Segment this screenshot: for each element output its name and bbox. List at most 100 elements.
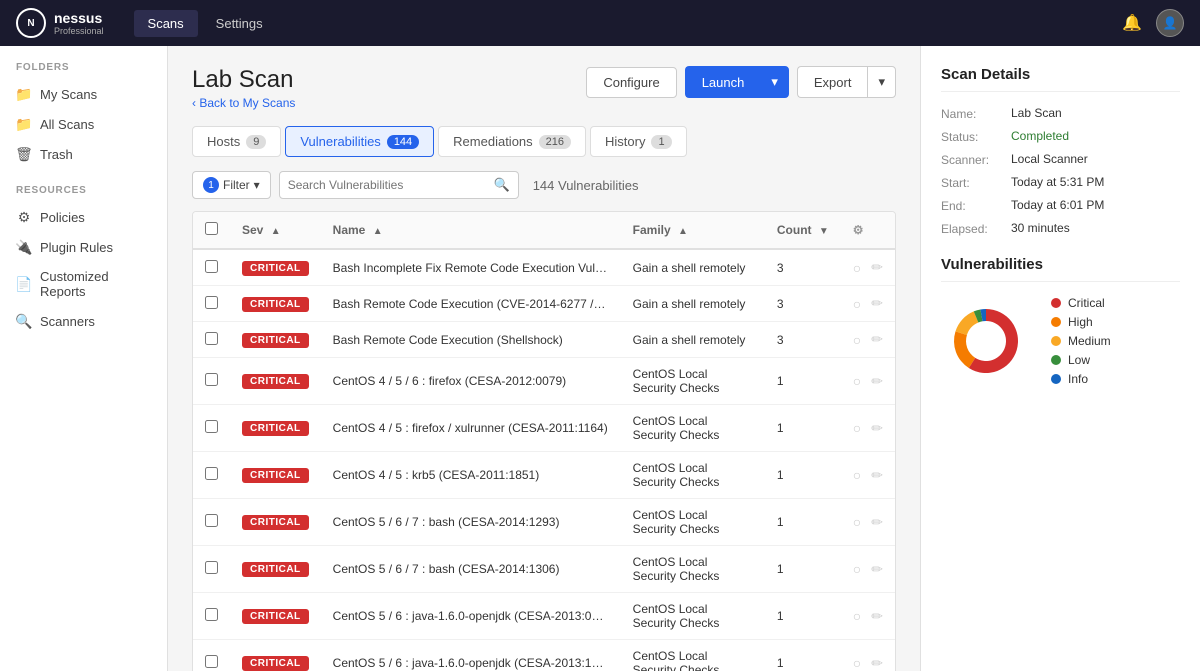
detail-scanner-label: Scanner: — [941, 152, 1011, 167]
row-checkbox[interactable] — [205, 420, 218, 433]
tab-vulnerabilities[interactable]: Vulnerabilities 144 — [285, 126, 434, 157]
filter-label: Filter — [223, 178, 250, 192]
sidebar-item-customized-reports[interactable]: 📄 Customized Reports — [0, 262, 167, 306]
export-button[interactable]: Export — [797, 66, 868, 98]
logo-area: N nessus Professional — [16, 8, 104, 38]
row-severity: CRITICAL — [230, 286, 321, 322]
select-all-checkbox[interactable] — [205, 222, 218, 235]
row-checkbox[interactable] — [205, 296, 218, 309]
row-edit-icon[interactable]: ✏ — [871, 608, 883, 625]
export-dropdown-button[interactable]: ▾ — [867, 66, 896, 98]
sidebar-item-trash[interactable]: 🗑 Trash — [0, 139, 167, 169]
row-check-icon[interactable]: ○ — [853, 373, 861, 389]
row-checkbox[interactable] — [205, 655, 218, 668]
row-edit-icon[interactable]: ✏ — [871, 655, 883, 671]
main-content: Lab Scan ‹ Back to My Scans Configure La… — [168, 46, 920, 671]
scan-details-title: Scan Details — [941, 66, 1180, 92]
launch-button[interactable]: Launch — [685, 66, 761, 98]
legend-dot-low — [1051, 355, 1061, 365]
detail-elapsed-value: 30 minutes — [1011, 221, 1070, 235]
nav-icons: 🔔 👤 — [1122, 9, 1184, 37]
row-checkbox[interactable] — [205, 514, 218, 527]
donut-segment-medium — [955, 311, 978, 335]
row-check-icon[interactable]: ○ — [853, 332, 861, 348]
table-row: CRITICAL CentOS 5 / 6 / 7 : bash (CESA-2… — [193, 546, 895, 593]
filter-row: 1 Filter ▾ 🔍 144 Vulnerabilities — [192, 171, 896, 199]
row-family: CentOS Local Security Checks — [621, 546, 765, 593]
row-edit-icon[interactable]: ✏ — [871, 514, 883, 531]
row-check-icon[interactable]: ○ — [853, 260, 861, 276]
row-count: 3 — [765, 322, 841, 358]
row-check-icon[interactable]: ○ — [853, 655, 861, 671]
detail-elapsed: Elapsed: 30 minutes — [941, 221, 1180, 236]
th-name[interactable]: Name ▲ — [321, 212, 621, 249]
th-family[interactable]: Family ▲ — [621, 212, 765, 249]
row-actions: ○ ✏ — [853, 331, 883, 348]
folder-icon: 📁 — [16, 116, 32, 132]
detail-status-label: Status: — [941, 129, 1011, 144]
row-name: CentOS 5 / 6 : java-1.6.0-openjdk (CESA-… — [321, 640, 621, 671]
sidebar-item-label: Customized Reports — [40, 269, 151, 299]
row-check-icon[interactable]: ○ — [853, 514, 861, 530]
sidebar-item-policies[interactable]: ⚙ Policies — [0, 202, 167, 232]
row-edit-icon[interactable]: ✏ — [871, 467, 883, 484]
row-checkbox[interactable] — [205, 260, 218, 273]
table-row: CRITICAL Bash Incomplete Fix Remote Code… — [193, 249, 895, 286]
row-edit-icon[interactable]: ✏ — [871, 420, 883, 437]
detail-name: Name: Lab Scan — [941, 106, 1180, 121]
row-severity: CRITICAL — [230, 405, 321, 452]
detail-start: Start: Today at 5:31 PM — [941, 175, 1180, 190]
sidebar-item-scanners[interactable]: 🔍 Scanners — [0, 306, 167, 336]
tab-remediations[interactable]: Remediations 216 — [438, 126, 586, 157]
row-check-icon[interactable]: ○ — [853, 296, 861, 312]
row-checkbox-cell — [193, 640, 230, 671]
row-edit-icon[interactable]: ✏ — [871, 295, 883, 312]
legend-dot-critical — [1051, 298, 1061, 308]
row-actions-cell: ○ ✏ — [841, 593, 895, 640]
back-link[interactable]: ‹ Back to My Scans — [192, 96, 295, 110]
filter-chevron-icon: ▾ — [254, 178, 260, 192]
nav-link-settings[interactable]: Settings — [202, 10, 277, 37]
nav-link-scans[interactable]: Scans — [134, 10, 198, 37]
row-actions: ○ ✏ — [853, 514, 883, 531]
sidebar-item-my-scans[interactable]: 📁 My Scans — [0, 79, 167, 109]
row-check-icon[interactable]: ○ — [853, 608, 861, 624]
detail-status: Status: Completed — [941, 129, 1180, 144]
search-input[interactable] — [288, 178, 494, 192]
row-edit-icon[interactable]: ✏ — [871, 373, 883, 390]
tab-hosts[interactable]: Hosts 9 — [192, 126, 281, 157]
row-count: 1 — [765, 640, 841, 671]
th-count[interactable]: Count ▼ — [765, 212, 841, 249]
sidebar-item-all-scans[interactable]: 📁 All Scans — [0, 109, 167, 139]
row-checkbox[interactable] — [205, 467, 218, 480]
row-checkbox[interactable] — [205, 608, 218, 621]
row-actions: ○ ✏ — [853, 467, 883, 484]
sidebar-item-label: Scanners — [40, 314, 95, 329]
table-row: CRITICAL CentOS 4 / 5 / 6 : firefox (CES… — [193, 358, 895, 405]
th-severity[interactable]: Sev ▲ — [230, 212, 321, 249]
row-check-icon[interactable]: ○ — [853, 420, 861, 436]
filter-button[interactable]: 1 Filter ▾ — [192, 171, 271, 199]
nav-links: Scans Settings — [134, 10, 1123, 37]
row-checkbox[interactable] — [205, 332, 218, 345]
notifications-icon[interactable]: 🔔 — [1122, 13, 1142, 33]
row-edit-icon[interactable]: ✏ — [871, 259, 883, 276]
sidebar-item-plugin-rules[interactable]: 🔌 Plugin Rules — [0, 232, 167, 262]
row-checkbox[interactable] — [205, 561, 218, 574]
tab-history[interactable]: History 1 — [590, 126, 687, 157]
legend-item-low: Low — [1051, 353, 1111, 367]
column-settings-icon[interactable]: ⚙ — [853, 223, 864, 237]
row-check-icon[interactable]: ○ — [853, 467, 861, 483]
sort-arrow-family: ▲ — [678, 226, 688, 237]
row-check-icon[interactable]: ○ — [853, 561, 861, 577]
sidebar-item-label: All Scans — [40, 117, 94, 132]
row-edit-icon[interactable]: ✏ — [871, 331, 883, 348]
header-actions: Configure Launch ▾ Export ▾ — [586, 66, 896, 98]
row-actions-cell: ○ ✏ — [841, 286, 895, 322]
row-name: CentOS 5 / 6 / 7 : bash (CESA-2014:1293) — [321, 499, 621, 546]
user-avatar[interactable]: 👤 — [1156, 9, 1184, 37]
launch-dropdown-button[interactable]: ▾ — [760, 66, 789, 98]
configure-button[interactable]: Configure — [586, 67, 676, 98]
row-edit-icon[interactable]: ✏ — [871, 561, 883, 578]
row-checkbox[interactable] — [205, 373, 218, 386]
